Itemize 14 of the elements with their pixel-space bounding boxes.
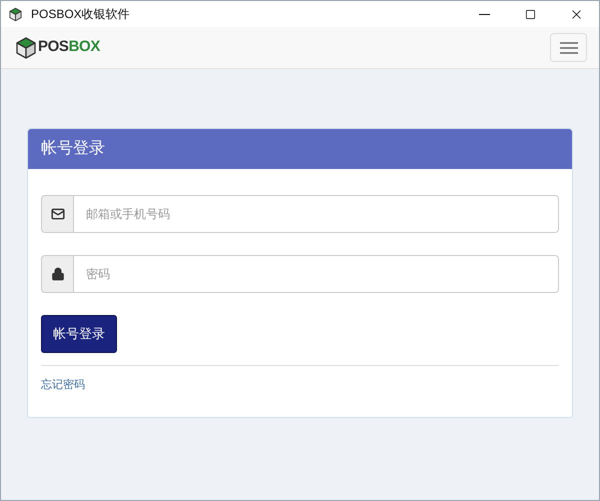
envelope-icon [50,207,64,221]
menu-button[interactable] [550,33,587,62]
logo-text: POSBOX [38,37,100,58]
forgot-password-link[interactable]: 忘记密码 [41,377,559,394]
logo-icon [14,36,38,60]
card-title: 帐号登录 [41,138,105,159]
input-field[interactable]: 密码 [74,255,559,293]
maximize-icon [524,8,536,20]
login-button[interactable]: 帐号登录 [41,315,117,353]
app-icon [8,6,23,22]
lock-icon [50,267,64,281]
input-field[interactable]: 邮箱或手机号码 [74,195,559,233]
menu-icon [560,42,578,54]
window-title: POSBOX收银软件 [31,6,130,23]
